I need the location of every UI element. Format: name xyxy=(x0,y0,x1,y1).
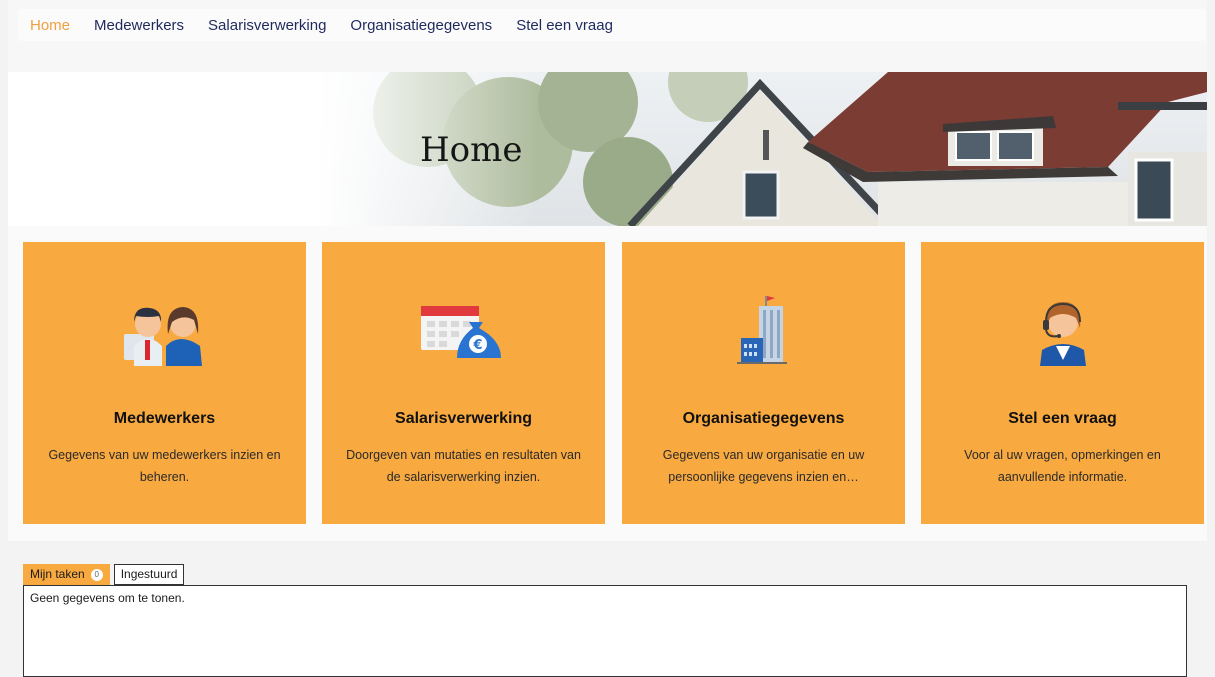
nav-item-medewerkers[interactable]: Medewerkers xyxy=(94,17,184,34)
office-building-icon xyxy=(622,294,905,366)
payroll-calendar-money-icon: € xyxy=(322,294,605,366)
nav-item-stel-een-vraag[interactable]: Stel een vraag xyxy=(516,17,613,34)
svg-text:€: € xyxy=(472,338,482,353)
tile-stel-een-vraag[interactable]: Stel een vraag Voor al uw vragen, opmerk… xyxy=(921,242,1204,524)
hero-house-image xyxy=(8,72,1207,226)
tile-organisatiegegevens[interactable]: Organisatiegegevens Gegevens van uw orga… xyxy=(622,242,905,524)
nav-item-salarisverwerking[interactable]: Salarisverwerking xyxy=(208,17,326,34)
tile-description: Voor al uw vragen, opmerkingen en aanvul… xyxy=(964,448,1161,484)
tab-label: Mijn taken xyxy=(30,567,85,581)
tile-salarisverwerking[interactable]: € Salarisverwerking Doorgeven van mutati… xyxy=(322,242,605,524)
tile-title: Organisatiegegevens xyxy=(682,410,845,427)
people-icon xyxy=(23,294,306,366)
tab-label: Ingestuurd xyxy=(120,567,178,581)
empty-message: Geen gegevens om te tonen. xyxy=(30,591,185,605)
tile-description: Gegevens van uw organisatie en uw persoo… xyxy=(662,448,865,484)
nav-item-organisatiegegevens[interactable]: Organisatiegegevens xyxy=(350,17,492,34)
tasks-panel: Geen gegevens om te tonen. xyxy=(23,585,1187,677)
tile-title: Medewerkers xyxy=(113,410,216,427)
hero-banner: Home xyxy=(8,72,1207,226)
tile-description: Gegevens van uw medewerkers inzien en be… xyxy=(48,448,281,484)
tile-title: Salarisverwerking xyxy=(395,410,532,427)
support-agent-headset-icon xyxy=(921,294,1204,366)
tile-title: Stel een vraag xyxy=(1008,410,1117,427)
tile-description: Doorgeven van mutaties en resultaten van… xyxy=(346,448,581,484)
tasks-tabs: Mijn taken 0 Ingestuurd xyxy=(23,564,185,585)
tab-mijn-taken[interactable]: Mijn taken 0 xyxy=(23,564,110,585)
nav-item-home[interactable]: Home xyxy=(30,17,70,34)
main-nav: Home Medewerkers Salarisverwerking Organ… xyxy=(18,9,1206,41)
tab-ingestuurd[interactable]: Ingestuurd xyxy=(113,564,185,585)
page-title: Home xyxy=(420,130,523,170)
count-badge: 0 xyxy=(90,568,103,581)
tile-medewerkers[interactable]: Medewerkers Gegevens van uw medewerkers … xyxy=(23,242,306,524)
